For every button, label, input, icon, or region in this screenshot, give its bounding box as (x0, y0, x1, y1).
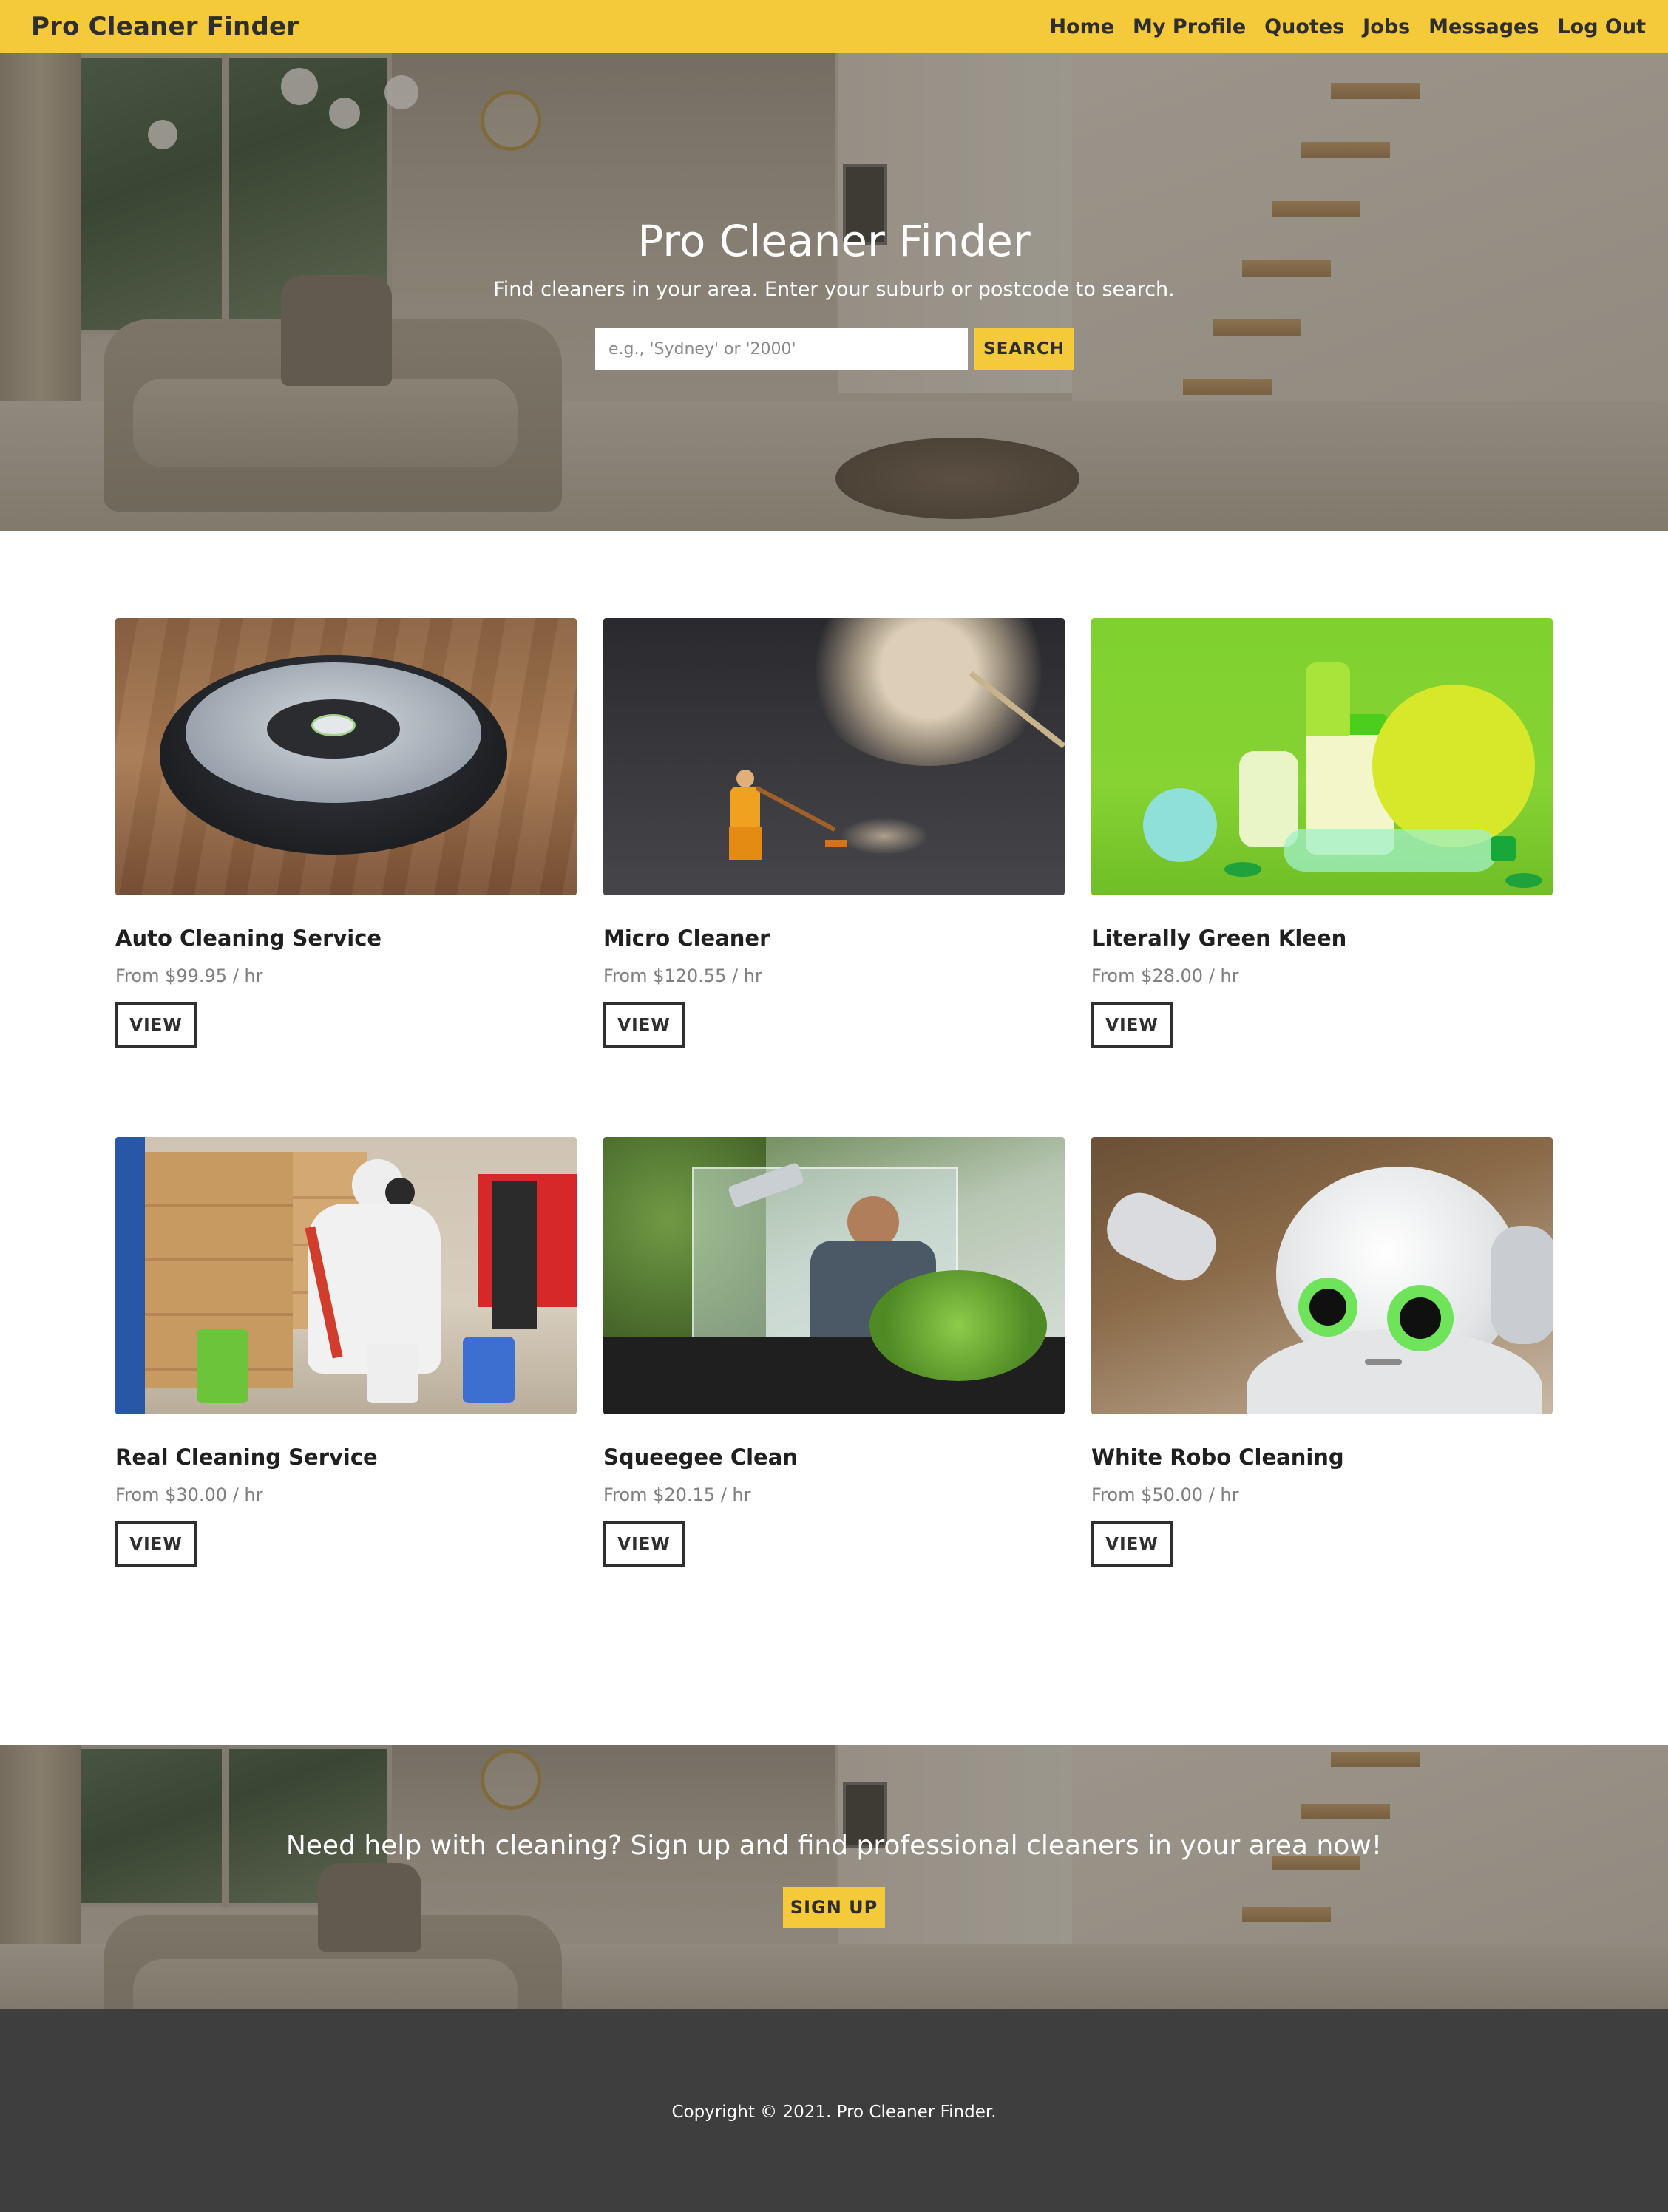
cleaner-price: From $30.00 / hr (115, 1485, 263, 1505)
search-form: SEARCH (595, 328, 1074, 370)
view-button[interactable]: VIEW (603, 1002, 685, 1048)
view-button[interactable]: VIEW (1091, 1002, 1173, 1048)
sign-up-button[interactable]: SIGN UP (783, 1887, 885, 1928)
nav-jobs-link[interactable]: Jobs (1363, 16, 1410, 38)
cleaner-price: From $50.00 / hr (1091, 1485, 1239, 1505)
cleaner-card: Real Cleaning Service From $30.00 / hr V… (115, 1137, 577, 1567)
cta-content: Need help with cleaning? Sign up and fin… (0, 1745, 1668, 2009)
nav-log-out-link[interactable]: Log Out (1557, 16, 1646, 38)
window-squeegee-image (603, 1137, 1065, 1414)
cleaner-price: From $20.15 / hr (603, 1485, 751, 1505)
hero-section: Pro Cleaner Finder Find cleaners in your… (0, 53, 1668, 531)
cleaner-name: Squeegee Clean (603, 1445, 798, 1470)
signup-cta-section: Need help with cleaning? Sign up and fin… (0, 1745, 1668, 2009)
robot-vacuum-image (115, 618, 577, 895)
nav-quotes-link[interactable]: Quotes (1264, 16, 1344, 38)
hazmat-cleaner-image (115, 1137, 577, 1414)
cleaner-card: Squeegee Clean From $20.15 / hr VIEW (603, 1137, 1065, 1567)
cleaner-price: From $99.95 / hr (115, 966, 263, 986)
view-button[interactable]: VIEW (603, 1521, 685, 1567)
cleaner-name: Real Cleaning Service (115, 1445, 378, 1470)
view-button[interactable]: VIEW (1091, 1521, 1173, 1567)
cleaner-price: From $28.00 / hr (1091, 966, 1239, 986)
hero-content: Pro Cleaner Finder Find cleaners in your… (0, 53, 1668, 531)
cta-text: Need help with cleaning? Sign up and fin… (285, 1831, 1383, 1861)
search-button[interactable]: SEARCH (974, 328, 1074, 370)
nav-my-profile-link[interactable]: My Profile (1133, 16, 1246, 38)
hero-title: Pro Cleaner Finder (637, 216, 1031, 266)
green-cleaning-products-image (1091, 618, 1553, 895)
cleaner-name: Literally Green Kleen (1091, 926, 1347, 951)
cleaner-price: From $120.55 / hr (603, 966, 762, 986)
cleaner-card: Micro Cleaner From $120.55 / hr VIEW (603, 618, 1065, 1048)
view-button[interactable]: VIEW (115, 1002, 197, 1048)
copyright-text: Copyright © 2021. Pro Cleaner Finder. (671, 2103, 997, 2122)
miniature-sweeper-image (603, 618, 1065, 895)
cleaner-name: White Robo Cleaning (1091, 1445, 1344, 1470)
nav-home-link[interactable]: Home (1049, 16, 1114, 38)
brand-logo-link[interactable]: Pro Cleaner Finder (31, 12, 299, 41)
nav-messages-link[interactable]: Messages (1428, 16, 1539, 38)
white-robot-image (1091, 1137, 1553, 1414)
navbar: Pro Cleaner Finder Home My Profile Quote… (0, 0, 1668, 53)
view-button[interactable]: VIEW (115, 1521, 197, 1567)
cleaner-card: White Robo Cleaning From $50.00 / hr VIE… (1091, 1137, 1553, 1567)
nav-links: Home My Profile Quotes Jobs Messages Log… (1031, 16, 1646, 38)
hero-subtitle: Find cleaners in your area. Enter your s… (493, 278, 1175, 301)
cleaner-name: Auto Cleaning Service (115, 926, 382, 951)
cleaner-card: Auto Cleaning Service From $99.95 / hr V… (115, 618, 577, 1048)
cleaner-card: Literally Green Kleen From $28.00 / hr V… (1091, 618, 1553, 1048)
footer: Copyright © 2021. Pro Cleaner Finder. (0, 2009, 1668, 2212)
search-input[interactable] (595, 328, 968, 370)
cleaner-name: Micro Cleaner (603, 926, 770, 951)
